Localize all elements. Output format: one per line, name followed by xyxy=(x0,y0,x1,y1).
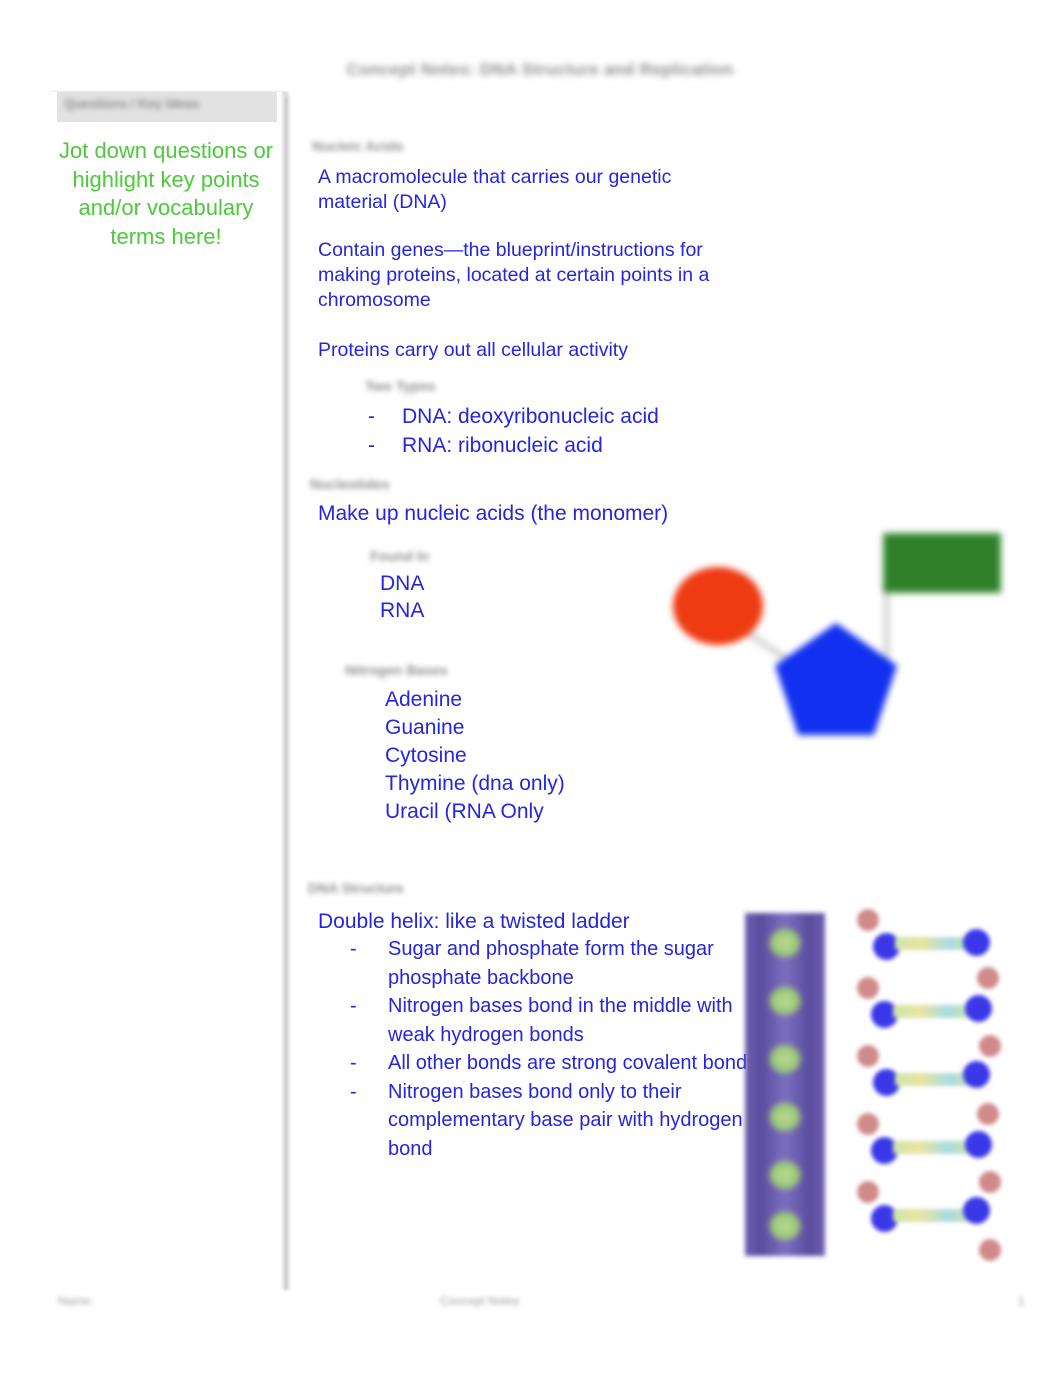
footer-left-text: Name: xyxy=(58,1294,94,1308)
sidebar-instruction-text: Jot down questions or highlight key poin… xyxy=(58,138,274,249)
list-item: Uracil (RNA Only xyxy=(385,800,544,823)
list-item: RNA xyxy=(380,599,425,622)
phosphate-circle-icon xyxy=(673,567,763,645)
phosphate-atom xyxy=(979,1035,1001,1057)
section-heading-nucleotides: Nucleotides xyxy=(310,476,390,492)
base-pair-link xyxy=(895,1073,973,1086)
list-item: Cytosine xyxy=(385,744,467,767)
nitrogen-base-rectangle-icon xyxy=(883,533,1001,593)
helix-segment xyxy=(745,971,825,1031)
base-pair xyxy=(855,977,1005,1057)
list-item: Nitrogen bases bond only to their comple… xyxy=(310,1078,760,1164)
helix-segment xyxy=(745,1196,825,1256)
phosphate-sugar-bond xyxy=(745,629,789,663)
base-pair-link xyxy=(893,1141,971,1154)
base-pair-link xyxy=(895,937,973,950)
base-pair-link xyxy=(893,1209,971,1222)
list-item: DNA xyxy=(380,572,425,595)
sugar-atom xyxy=(965,1131,992,1158)
list-found-in: DNA RNA xyxy=(310,570,424,624)
dna-double-helix-image xyxy=(745,913,825,1256)
page-title: Concept Notes: DNA Structure and Replica… xyxy=(346,60,734,79)
footer-page-number: 1 xyxy=(1018,1294,1025,1308)
base-pair xyxy=(855,1113,1005,1193)
cornell-sidebar: Questions / Key Ideas Jot down questions… xyxy=(50,92,282,1290)
sidebar-header-label: Questions / Key Ideas xyxy=(64,96,200,111)
nucleotide-diagram xyxy=(655,525,1025,765)
list-item: Sugar and phosphate form the sugar phosp… xyxy=(310,935,760,992)
paragraph-proteins: Proteins carry out all cellular activity xyxy=(318,339,628,361)
list-item: Thymine (dna only) xyxy=(385,772,565,795)
section-heading-nucleic-acids: Nucleic Acids xyxy=(312,138,404,154)
list-item: Adenine xyxy=(385,688,463,711)
subheading-two-types: Two Types xyxy=(365,378,436,394)
base-pair xyxy=(855,1045,1005,1125)
sugar-atom xyxy=(963,929,990,956)
list-item: Nitrogen bases bond in the middle with w… xyxy=(310,992,760,1049)
paragraph-monomer: Make up nucleic acids (the monomer) xyxy=(318,502,669,525)
phosphate-atom xyxy=(857,1113,879,1135)
sugar-base-bond xyxy=(883,593,890,663)
helix-segment xyxy=(745,913,825,973)
paragraph-genes: Contain genes—the blueprint/instructions… xyxy=(318,239,710,311)
sugar-atom xyxy=(963,1061,990,1088)
phosphate-atom xyxy=(979,1239,1001,1261)
paragraph-macromolecule: A macromolecule that carries our genetic… xyxy=(318,166,672,213)
subheading-nitrogen-bases: Nitrogen Bases xyxy=(345,662,448,678)
base-pair-link xyxy=(893,1005,971,1018)
paragraph-double-helix: Double helix: like a twisted ladder xyxy=(318,910,630,933)
sidebar-divider-rule xyxy=(282,95,290,1290)
list-item: Guanine xyxy=(385,716,465,739)
phosphate-atom xyxy=(977,967,999,989)
sugar-atom xyxy=(963,1197,990,1224)
sugar-atom xyxy=(965,995,992,1022)
phosphate-atom xyxy=(857,909,879,931)
helix-segment xyxy=(745,1087,825,1147)
subheading-found-in: Found In xyxy=(370,548,430,564)
phosphate-atom xyxy=(857,1181,879,1203)
base-pair xyxy=(855,1181,1005,1261)
list-item: RNA: ribonucleic acid xyxy=(330,431,659,460)
section-heading-dna-structure: DNA Structure xyxy=(308,880,404,896)
list-item: DNA: deoxyribonucleic acid xyxy=(330,402,659,431)
helix-segment xyxy=(745,1029,825,1089)
phosphate-atom xyxy=(857,1045,879,1067)
base-pair xyxy=(855,909,1005,989)
list-nitrogen-bases: Adenine Guanine Cytosine Thymine (dna on… xyxy=(305,686,565,826)
phosphate-atom xyxy=(977,1103,999,1125)
dna-ball-and-stick-image xyxy=(855,905,1005,1261)
list-nucleic-acid-types: DNA: deoxyribonucleic acid RNA: ribonucl… xyxy=(330,402,659,460)
phosphate-atom xyxy=(857,977,879,999)
phosphate-atom xyxy=(979,1171,1001,1193)
footer-center-text: Concept Notes xyxy=(440,1294,520,1308)
sugar-pentagon-icon xyxy=(775,623,897,735)
list-item: All other bonds are strong covalent bond… xyxy=(310,1049,760,1078)
list-dna-structure-facts: Sugar and phosphate form the sugar phosp… xyxy=(310,935,760,1163)
